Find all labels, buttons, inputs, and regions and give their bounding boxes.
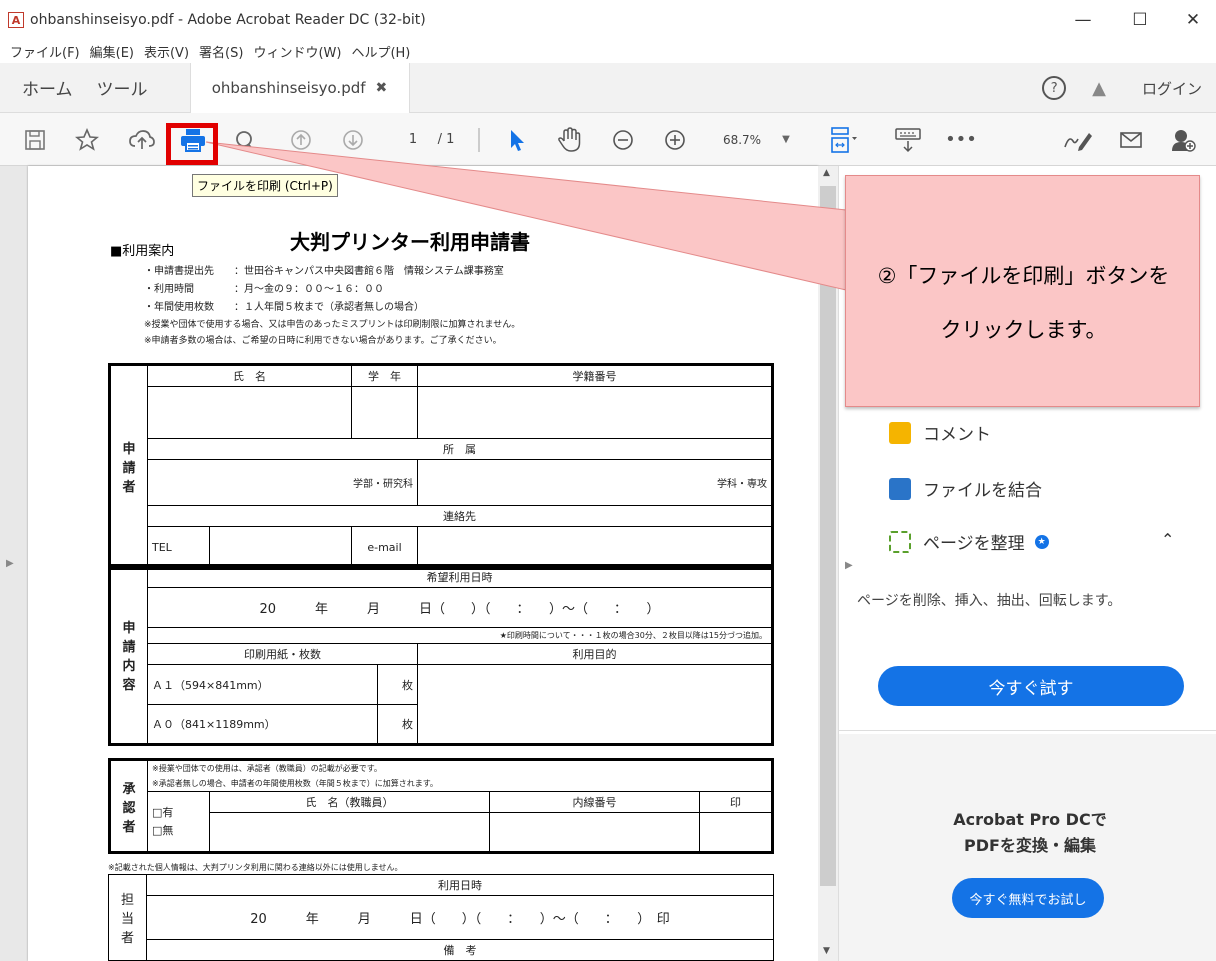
- callout-line-2: クリックします。: [940, 318, 1107, 342]
- callout-line-1: ②「ファイルを印刷」ボタンを: [877, 264, 1170, 288]
- instruction-callout: ②「ファイルを印刷」ボタンを クリックします。: [845, 175, 1200, 407]
- print-button-highlight: [166, 123, 218, 165]
- print-tooltip: ファイルを印刷 (Ctrl+P): [192, 174, 338, 197]
